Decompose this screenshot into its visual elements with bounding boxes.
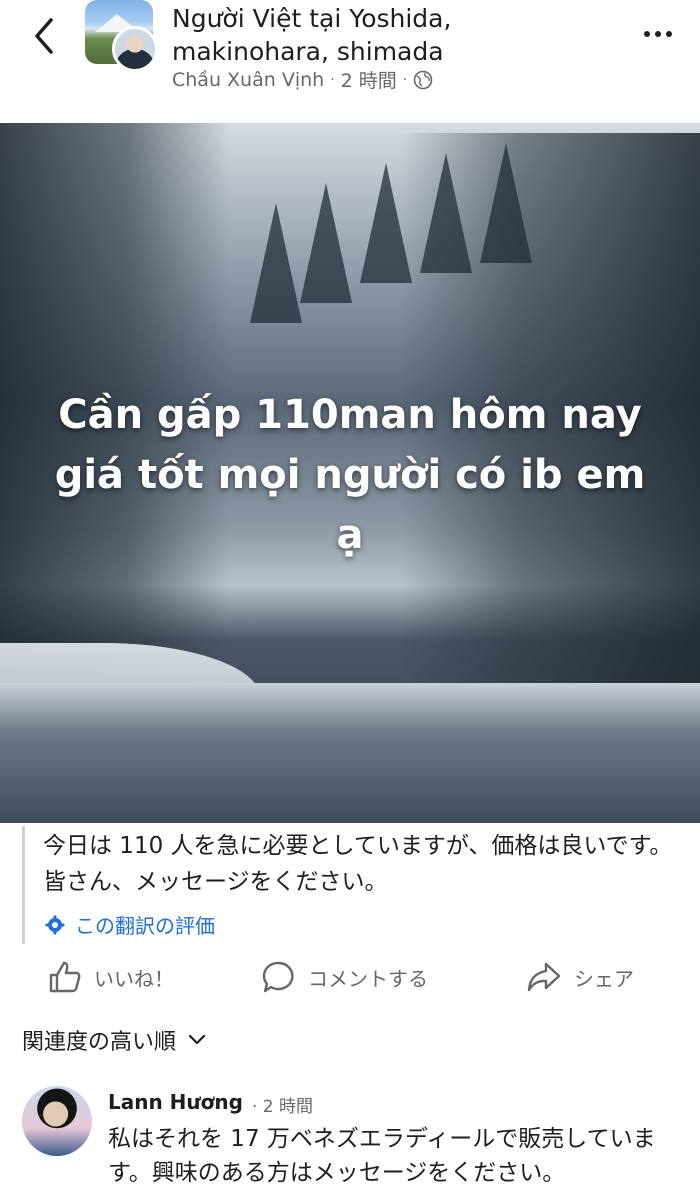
- dot-icon: [666, 31, 672, 37]
- share-button[interactable]: シェア: [526, 960, 634, 994]
- meta-separator: ·: [330, 71, 335, 88]
- commenter-avatar[interactable]: [22, 1086, 92, 1156]
- meta-separator: ·: [402, 71, 408, 88]
- more-options-button[interactable]: [636, 18, 680, 50]
- comment-icon: [262, 961, 294, 993]
- share-icon: [527, 962, 561, 992]
- translation-block: 今日は 110 人を急に必要としていますが、価格は良いです。皆さん、メッセージを…: [22, 826, 682, 944]
- post-time[interactable]: 2 時間: [341, 66, 397, 93]
- author-name[interactable]: Chầu Xuân Vịnh: [172, 69, 324, 91]
- comment-sort-dropdown[interactable]: 関連度の高い順: [22, 1024, 206, 1056]
- comment-text: 私はそれを 17 万ベネズエラディールで販売しています。興味のある方はメッセージ…: [108, 1126, 656, 1186]
- rate-translation-label: この翻訳の評価: [75, 914, 215, 938]
- share-label: シェア: [574, 966, 634, 991]
- like-button[interactable]: いいね！: [48, 960, 174, 994]
- comment-time: · 2 時間: [252, 1097, 314, 1117]
- group-name[interactable]: Người Việt tại Yoshida, makinohara, shim…: [172, 2, 612, 68]
- chevron-left-icon: [35, 18, 53, 54]
- author-avatar[interactable]: [112, 26, 158, 72]
- rate-translation-link[interactable]: この翻訳の評価: [45, 910, 215, 939]
- chevron-down-icon: [188, 1034, 206, 1045]
- gear-icon: [45, 915, 65, 934]
- post-overlay-text: Cần gấp 110man hôm nay giá tốt mọi người…: [54, 392, 646, 558]
- like-label: いいね！: [94, 966, 174, 991]
- post-meta: Chầu Xuân Vịnh · 2 時間 ·: [172, 66, 433, 93]
- dot-icon: [644, 31, 650, 37]
- post-image[interactable]: Cần gấp 110man hôm nay giá tốt mọi người…: [0, 123, 700, 823]
- dot-icon: [655, 31, 661, 37]
- comment-item: Lann Hương · 2 時間 私はそれを 17 万ベネズエラディールで販売…: [22, 1084, 692, 1200]
- translation-text: 今日は 110 人を急に必要としていますが、価格は良いです。皆さん、メッセージを…: [43, 833, 673, 895]
- back-button[interactable]: [24, 12, 64, 60]
- post-header: Người Việt tại Yoshida, makinohara, shim…: [0, 0, 700, 122]
- action-bar: いいね！ コメントする シェア: [0, 952, 700, 1008]
- frozen-lake: [0, 683, 700, 823]
- thumbs-up-icon: [49, 961, 81, 993]
- comment-button[interactable]: コメントする: [262, 960, 428, 994]
- commenter-name[interactable]: Lann Hương: [108, 1090, 243, 1114]
- sort-label: 関連度の高い順: [22, 1030, 177, 1055]
- globe-icon: [413, 70, 433, 89]
- comment-label: コメントする: [308, 966, 428, 991]
